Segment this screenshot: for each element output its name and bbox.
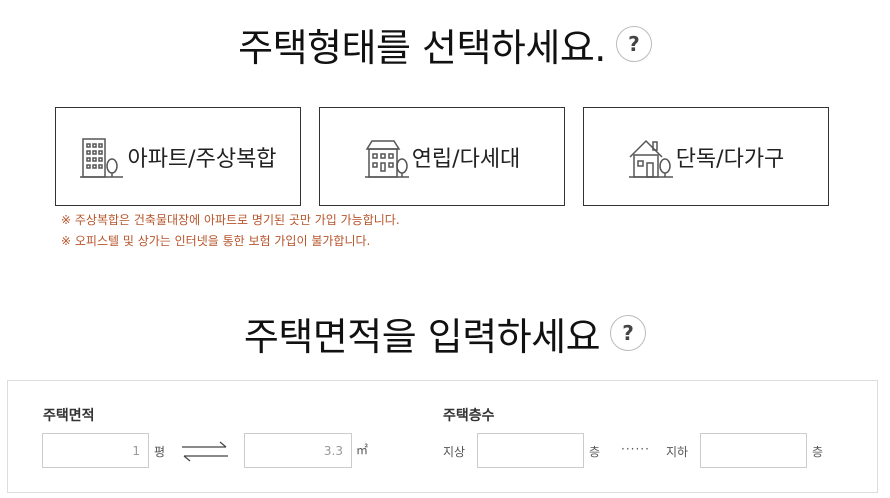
note-officetel: ※ 오피스텔 및 상가는 인터넷을 통한 보험 가입이 불가합니다. bbox=[61, 234, 371, 248]
option-apartment-label: 아파트/주상복합 bbox=[127, 146, 277, 172]
row-house-icon bbox=[364, 139, 409, 178]
house-area-header: 주택면적을 입력하세요 ? bbox=[0, 303, 890, 363]
house-type-notes: ※ 주상복합은 건축물대장에 아파트로 명기된 곳만 가입 가능합니다. ※ 오… bbox=[61, 210, 400, 252]
pyeong-unit: 평 bbox=[154, 445, 166, 459]
apartment-icon bbox=[80, 137, 124, 178]
house-type-title: 주택형태를 선택하세요. bbox=[238, 25, 606, 70]
above-floor-unit: 층 bbox=[589, 445, 601, 459]
house-area-help-button[interactable]: ? bbox=[610, 315, 647, 351]
detached-house-icon bbox=[628, 139, 673, 178]
house-type-help-button[interactable]: ? bbox=[615, 26, 652, 62]
below-floor-unit: 층 bbox=[812, 445, 824, 459]
option-detached-house[interactable]: 단독/다가구 bbox=[583, 107, 829, 206]
area-label: 주택면적 bbox=[43, 408, 95, 424]
house-type-header: 주택형태를 선택하세요. ? bbox=[0, 14, 890, 74]
above-ground-floors-input[interactable] bbox=[477, 433, 584, 468]
floors-label: 주택층수 bbox=[443, 408, 495, 424]
house-area-title: 주택면적을 입력하세요 bbox=[243, 314, 601, 359]
above-ground-label: 지상 bbox=[443, 445, 466, 459]
sqm-unit: ㎡ bbox=[356, 443, 369, 457]
option-row-house[interactable]: 연립/다세대 bbox=[319, 107, 565, 206]
note-mixed-use: ※ 주상복합은 건축물대장에 아파트로 명기된 곳만 가입 가능합니다. bbox=[61, 213, 400, 227]
swap-arrows-icon[interactable] bbox=[180, 440, 230, 462]
option-detached-house-label: 단독/다가구 bbox=[675, 146, 785, 172]
floors-separator: ······ bbox=[621, 442, 650, 456]
option-row-house-label: 연립/다세대 bbox=[411, 146, 521, 172]
pyeong-input[interactable] bbox=[42, 433, 149, 468]
below-ground-label: 지하 bbox=[666, 445, 689, 459]
below-ground-floors-input[interactable] bbox=[700, 433, 807, 468]
sqm-input[interactable] bbox=[244, 433, 352, 468]
option-apartment[interactable]: 아파트/주상복합 bbox=[55, 107, 301, 206]
